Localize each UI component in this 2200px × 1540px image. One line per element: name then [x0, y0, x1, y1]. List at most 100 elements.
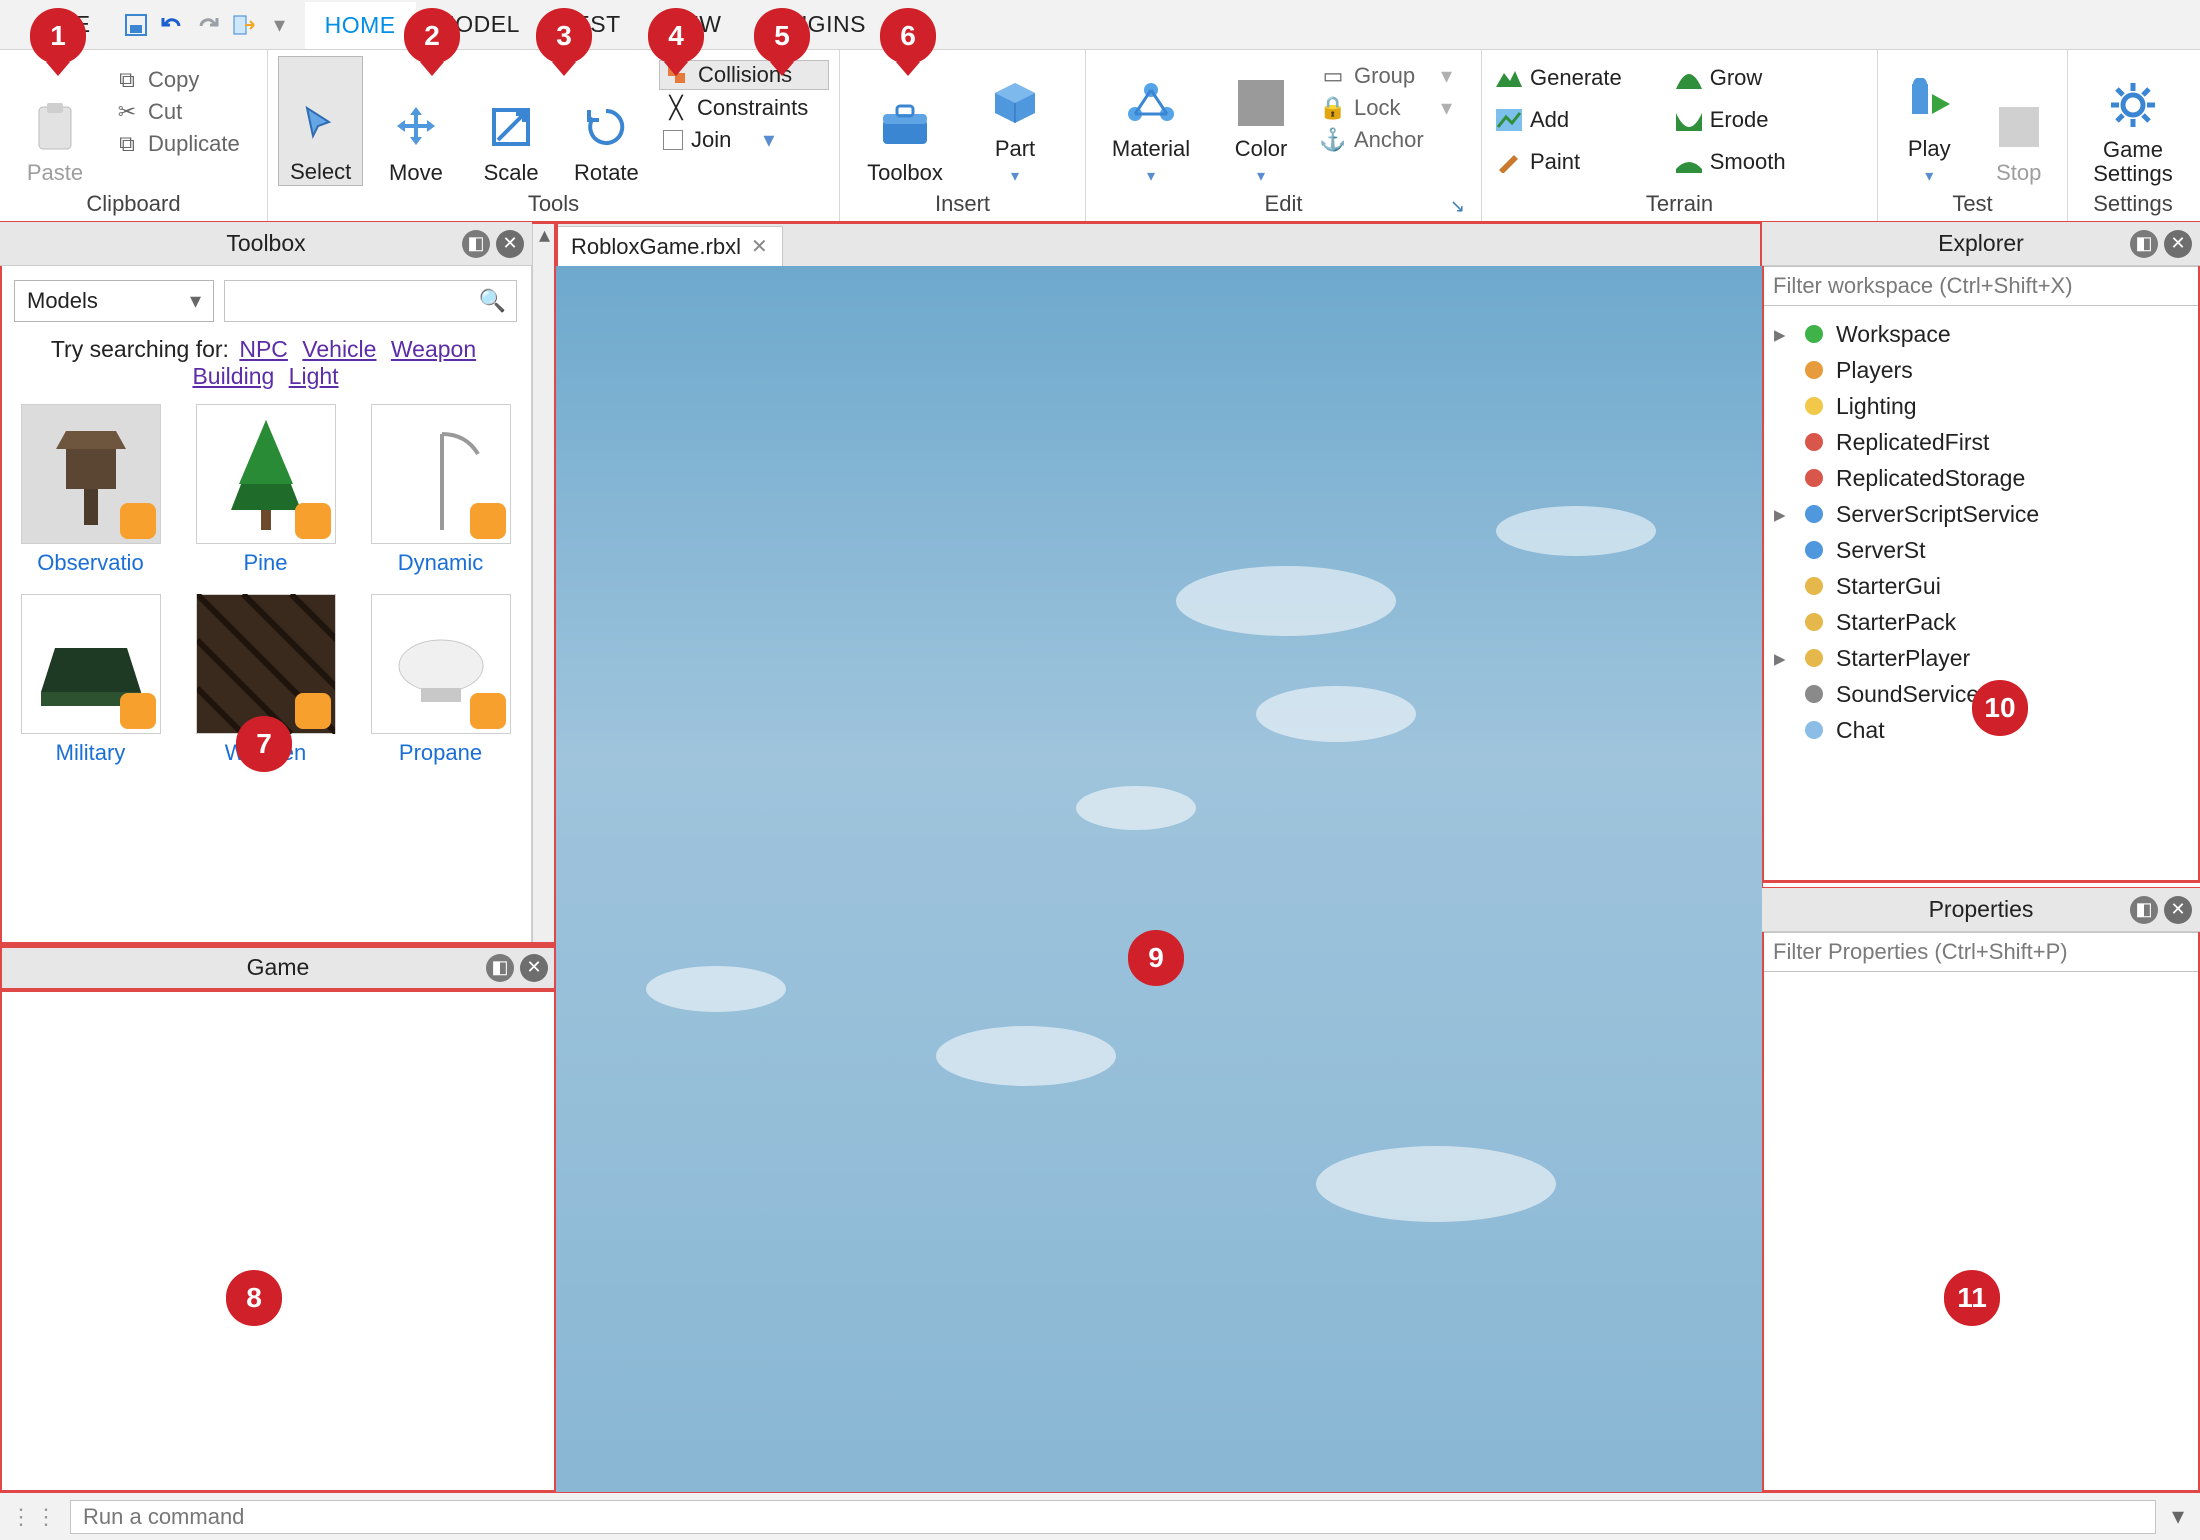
qat-menu-icon[interactable]: ▾: [265, 10, 295, 40]
model-name: Propane: [399, 740, 482, 766]
toolbox-popout-icon[interactable]: ◧: [462, 230, 490, 258]
suggest-link-light[interactable]: Light: [289, 363, 339, 389]
material-button[interactable]: Material▾: [1096, 56, 1206, 186]
toolbox-body: Models▾ 🔍 Try searching for: NPC Vehicle…: [0, 266, 532, 944]
explorer-filter-input[interactable]: Filter workspace (Ctrl+Shift+X): [1762, 266, 2200, 306]
undo-icon[interactable]: [157, 10, 187, 40]
callout-8: 8: [226, 1270, 282, 1326]
constraints-icon: ╳: [663, 95, 689, 121]
move-button[interactable]: Move: [373, 56, 458, 186]
play-button[interactable]: Play▾: [1888, 56, 1970, 186]
move-icon: [387, 98, 445, 156]
toolbox-close-icon[interactable]: ✕: [496, 230, 524, 258]
toolbox-panel: Toolbox ◧ ✕ Models▾ 🔍 Try searching for:…: [0, 222, 556, 944]
smooth-label: Smooth: [1710, 149, 1786, 175]
game-close-icon[interactable]: ✕: [520, 954, 548, 982]
join-dropdown[interactable]: Join▾: [659, 126, 829, 154]
tree-item[interactable]: ReplicatedStorage: [1766, 460, 2196, 496]
tree-item[interactable]: StarterPack: [1766, 604, 2196, 640]
edit-launcher-icon[interactable]: ↘: [1450, 196, 1469, 217]
model-item[interactable]: Dynamic: [364, 404, 517, 576]
game-popout-icon[interactable]: ◧: [486, 954, 514, 982]
toolbox-scrollbar[interactable]: ▴: [532, 222, 556, 944]
verified-badge-icon: [470, 503, 506, 539]
suggest-link-weapon[interactable]: Weapon: [391, 336, 476, 362]
explorer-close-icon[interactable]: ✕: [2164, 230, 2192, 258]
part-button[interactable]: Part ▾: [970, 56, 1060, 186]
suggest-link-npc[interactable]: NPC: [239, 336, 288, 362]
model-item[interactable]: Military: [14, 594, 167, 766]
smooth-icon: [1676, 149, 1702, 175]
grip-icon[interactable]: ⋮⋮: [10, 1504, 60, 1530]
stop-button[interactable]: Stop: [1980, 56, 2057, 186]
tree-item[interactable]: Lighting: [1766, 388, 2196, 424]
explorer-header: Explorer ◧✕: [1762, 222, 2200, 266]
viewport-3d[interactable]: [556, 266, 1762, 1492]
suggest-link-building[interactable]: Building: [192, 363, 274, 389]
tree-item-label: StarterGui: [1836, 573, 1941, 600]
model-item[interactable]: Observatio: [14, 404, 167, 576]
color-button[interactable]: Color▾: [1216, 56, 1306, 186]
toolbox-search-input[interactable]: 🔍: [224, 280, 517, 322]
properties-popout-icon[interactable]: ◧: [2130, 896, 2158, 924]
paste-label: Paste: [27, 160, 83, 186]
game-settings-button[interactable]: Game Settings: [2078, 56, 2188, 186]
group-icon: ▭: [1320, 63, 1346, 89]
save-icon[interactable]: [121, 10, 151, 40]
terrain-smooth-button[interactable]: Smooth: [1672, 148, 1790, 176]
rotate-button[interactable]: Rotate: [564, 56, 649, 186]
copy-icon: ⧉: [114, 67, 140, 93]
toolbox-category-dropdown[interactable]: Models▾: [14, 280, 214, 322]
erode-label: Erode: [1710, 107, 1769, 133]
tree-item[interactable]: ▸ServerScriptService: [1766, 496, 2196, 532]
model-item[interactable]: Pine: [189, 404, 342, 576]
select-icon: [292, 97, 350, 155]
suggest-link-vehicle[interactable]: Vehicle: [302, 336, 376, 362]
properties-filter-input[interactable]: Filter Properties (Ctrl+Shift+P): [1762, 932, 2200, 972]
properties-panel: Properties ◧✕ Filter Properties (Ctrl+Sh…: [1762, 888, 2200, 1492]
ribbon-group-test: Play▾ Stop Test: [1878, 50, 2068, 221]
export-icon[interactable]: [229, 10, 259, 40]
cut-button[interactable]: ✂Cut: [110, 98, 244, 126]
redo-icon[interactable]: [193, 10, 223, 40]
lock-label: Lock: [1354, 95, 1400, 121]
menu-home[interactable]: HOME: [305, 0, 416, 49]
main-area: Toolbox ◧ ✕ Models▾ 🔍 Try searching for:…: [0, 222, 2200, 1492]
scale-button[interactable]: Scale: [469, 56, 554, 186]
group-button[interactable]: ▭Group▾: [1316, 62, 1456, 90]
terrain-grow-button[interactable]: Grow: [1672, 64, 1790, 92]
duplicate-label: Duplicate: [148, 131, 240, 157]
terrain-erode-button[interactable]: Erode: [1672, 106, 1790, 134]
tree-item[interactable]: ▸ StarterPlayer: [1766, 640, 2196, 676]
expand-icon[interactable]: ▸: [1774, 321, 1792, 348]
terrain-generate-button[interactable]: Generate: [1492, 64, 1626, 92]
tree-item[interactable]: ▸Workspace: [1766, 316, 2196, 352]
ribbon-group-insert: Toolbox Part ▾ Insert: [840, 50, 1086, 221]
command-history-dropdown[interactable]: ▾: [2166, 1502, 2190, 1531]
anchor-button[interactable]: ⚓Anchor: [1316, 126, 1456, 154]
properties-close-icon[interactable]: ✕: [2164, 896, 2192, 924]
explorer-popout-icon[interactable]: ◧: [2130, 230, 2158, 258]
document-tab[interactable]: RobloxGame.rbxl ✕: [556, 226, 783, 266]
model-item[interactable]: Propane: [364, 594, 517, 766]
lock-button[interactable]: 🔒Lock▾: [1316, 94, 1456, 122]
expand-icon[interactable]: ▸: [1774, 501, 1792, 528]
constraints-toggle[interactable]: ╳Constraints: [659, 94, 829, 122]
tree-item[interactable]: Players: [1766, 352, 2196, 388]
chevron-down-icon: ▾: [190, 288, 201, 314]
tree-item-label: StarterPlayer: [1836, 645, 1970, 672]
terrain-paint-button[interactable]: Paint: [1492, 148, 1626, 176]
expand-icon[interactable]: ▸: [1774, 645, 1792, 672]
copy-button[interactable]: ⧉Copy: [110, 66, 244, 94]
tree-item[interactable]: ServerSt: [1766, 532, 2196, 568]
tree-item[interactable]: StarterGui: [1766, 568, 2196, 604]
verified-badge-icon: [295, 693, 331, 729]
terrain-add-button[interactable]: Add: [1492, 106, 1626, 134]
callout-10: 10: [1972, 680, 2028, 736]
select-button[interactable]: Select: [278, 56, 363, 186]
duplicate-button[interactable]: ⧉Duplicate: [110, 130, 244, 158]
tree-item[interactable]: ReplicatedFirst: [1766, 424, 2196, 460]
tools-group-label: Tools: [278, 189, 829, 219]
close-icon[interactable]: ✕: [751, 234, 768, 259]
command-input[interactable]: Run a command: [70, 1500, 2156, 1534]
